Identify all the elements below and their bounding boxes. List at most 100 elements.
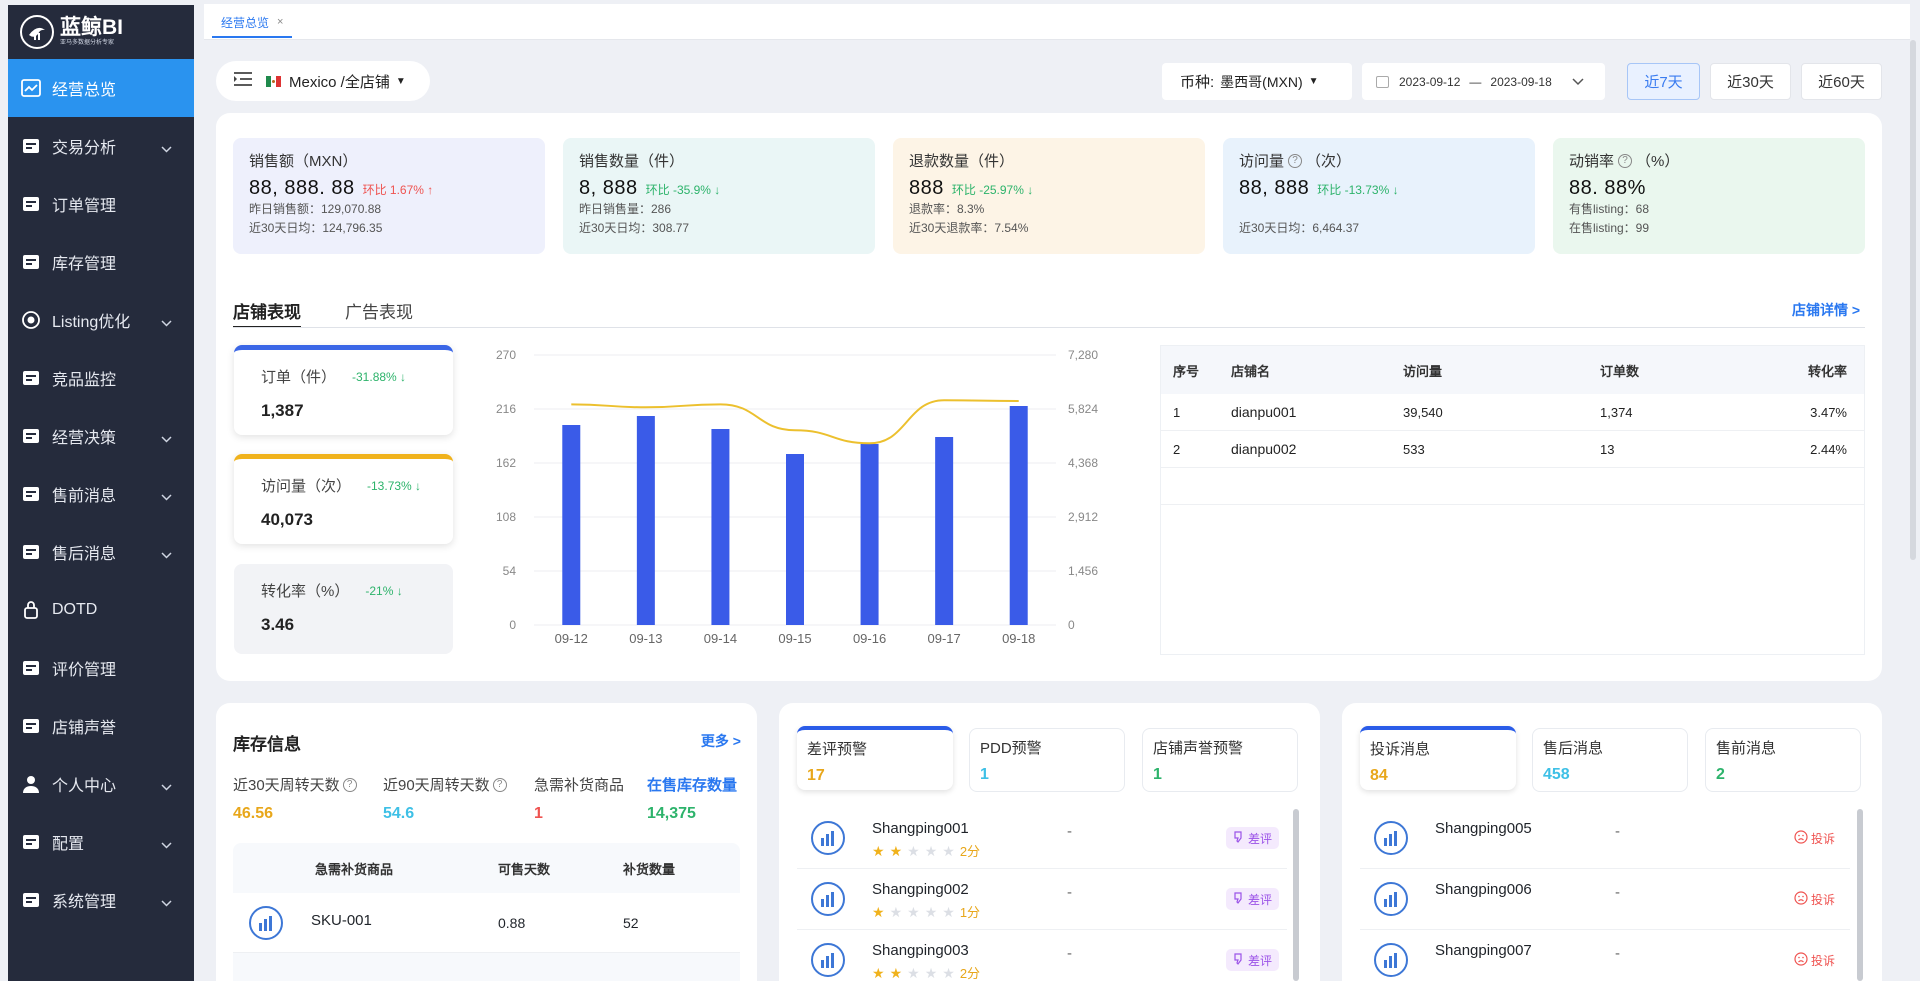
rating-stars: ★★★★★2分	[872, 963, 980, 981]
tab-store-performance[interactable]: 店铺表现	[233, 298, 301, 328]
date-range-picker[interactable]: 2023-09-12 — 2023-09-18	[1362, 63, 1605, 100]
kpi-card: 退款数量（件） 888 环比 -25.97% ↓ 退款率：8.3% 近30天退款率：7.…	[893, 138, 1205, 254]
inventory-stat[interactable]: 在售库存数量 14,375	[647, 774, 737, 823]
list-item[interactable]: Shangping005 - 投诉	[1360, 809, 1850, 869]
bar[interactable]	[711, 429, 730, 625]
tab-overview[interactable]: 经营总览 ×	[212, 8, 293, 38]
kpi-subline: 近30天日均：124,796.35	[249, 221, 383, 235]
store-selector[interactable]: Mexico /全店铺 ▼	[216, 61, 430, 101]
decision-icon	[20, 425, 42, 447]
sidebar-item-label: 店铺声誉	[52, 720, 117, 737]
help-icon[interactable]: ?	[1288, 153, 1303, 168]
currency-select[interactable]: 币种: 墨西哥(MXN) ▼	[1162, 63, 1352, 100]
kpi-subline: 在售listing：99	[1569, 221, 1650, 235]
messages-card[interactable]: 投诉消息 84	[1360, 726, 1516, 790]
sidebar-item-7[interactable]: 售前消息	[8, 465, 194, 523]
range-60d-button[interactable]: 近60天	[1801, 63, 1882, 100]
sidebar-item-2[interactable]: 订单管理	[8, 175, 194, 233]
y-tick-label: 54	[503, 564, 517, 578]
inventory-stat[interactable]: 近30天周转天数? 46.56	[233, 774, 357, 823]
kpi-value: 8, 888	[579, 177, 638, 199]
complaint-tag[interactable]: 投诉	[1787, 827, 1842, 849]
message-scrollbar[interactable]	[1857, 809, 1863, 981]
sidebar-item-11[interactable]: 店铺声誉	[8, 697, 194, 755]
alerts-card[interactable]: 店铺声誉预警 1	[1142, 728, 1298, 792]
chevron-down-icon	[161, 488, 172, 506]
metric-value: 1,387	[261, 401, 304, 420]
date-separator: —	[1469, 74, 1482, 89]
inventory-stat[interactable]: 急需补货商品 1	[534, 774, 624, 823]
sidebar-item-10[interactable]: 评价管理	[8, 639, 194, 697]
help-icon[interactable]: ?	[342, 777, 357, 792]
metric-card[interactable]: 订单（件） -31.88% ↓ 1,387	[234, 345, 453, 435]
metric-card[interactable]: 访问量（次） -13.73% ↓ 40,073	[234, 454, 453, 544]
sidebar-item-4[interactable]: Listing优化	[8, 291, 194, 349]
table-row[interactable]: 1 dianpu001 39,540 1,374 3.47%	[1161, 394, 1864, 431]
bar[interactable]	[1009, 406, 1028, 625]
table-row[interactable]: SKU-001 0.88 52	[233, 893, 740, 953]
list-item[interactable]: Shangping003- ★★★★★2分 差评	[797, 931, 1287, 981]
sidebar-item-6[interactable]: 经营决策	[8, 407, 194, 465]
table-cell: dianpu002	[1231, 441, 1297, 457]
close-icon[interactable]: ×	[277, 16, 283, 28]
sidebar-item-8[interactable]: 售后消息	[8, 523, 194, 581]
thumbs-down-icon	[1233, 952, 1245, 968]
page-scrollbar[interactable]	[1910, 40, 1916, 560]
date-start: 2023-09-12	[1399, 74, 1461, 89]
card-label: 售后消息	[1543, 740, 1604, 757]
list-item[interactable]: Shangping006 - 投诉	[1360, 870, 1850, 930]
complaint-tag[interactable]: 投诉	[1787, 949, 1842, 971]
bar[interactable]	[860, 444, 879, 625]
bar[interactable]	[636, 416, 655, 625]
alerts-card[interactable]: PDD预警 1	[969, 728, 1125, 792]
thumbs-down-icon	[1233, 830, 1245, 846]
card-label: 差评预警	[807, 741, 868, 758]
sidebar-item-label: 售前消息	[52, 488, 117, 505]
list-item[interactable]: Shangping002- ★★★★★1分 差评	[797, 870, 1287, 930]
range-30d-button[interactable]: 近30天	[1710, 63, 1791, 100]
bad-review-tag[interactable]: 差评	[1225, 827, 1279, 849]
sidebar-item-13[interactable]: 配置	[8, 813, 194, 871]
inventory-stat-label: 近90天周转天数	[383, 777, 490, 794]
table-cell: 39,540	[1403, 404, 1443, 420]
bad-review-tag[interactable]: 差评	[1225, 888, 1279, 910]
sidebar-item-5[interactable]: 竞品监控	[8, 349, 194, 407]
inventory-stat-value: 54.6	[383, 805, 415, 822]
messages-card[interactable]: 售后消息 458	[1532, 728, 1688, 792]
card-count: 84	[1370, 767, 1388, 784]
bar[interactable]	[935, 437, 954, 625]
bad-review-tag[interactable]: 差评	[1225, 949, 1279, 971]
range-7d-button[interactable]: 近7天	[1627, 63, 1700, 100]
sidebar-item-1[interactable]: 交易分析	[8, 117, 194, 175]
table-row[interactable]: 2 dianpu002 533 13 2.44%	[1161, 431, 1864, 468]
kpi-subline: 近30天退款率：7.54%	[909, 221, 1029, 235]
menu-fold-icon[interactable]	[234, 72, 252, 90]
bar[interactable]	[562, 425, 581, 625]
sidebar-item-14[interactable]: 系统管理	[8, 871, 194, 929]
system-icon	[20, 889, 42, 911]
kpi-value: 88, 888. 88	[249, 177, 355, 199]
tab-ad-performance[interactable]: 广告表现	[345, 298, 413, 328]
sell-days: 0.88	[498, 915, 526, 931]
bar[interactable]	[786, 454, 804, 625]
inventory-more-link[interactable]: 更多 >	[701, 731, 741, 751]
alert-scrollbar[interactable]	[1293, 809, 1299, 981]
sidebar-item-12[interactable]: 个人中心	[8, 755, 194, 813]
store-detail-link[interactable]: 店铺详情 >	[1792, 300, 1860, 320]
list-item[interactable]: Shangping007 - 投诉	[1360, 931, 1850, 981]
alerts-card[interactable]: 差评预警 17	[797, 726, 953, 790]
sidebar-item-0[interactable]: 经营总览	[8, 59, 194, 117]
store-selector-label: Mexico /全店铺	[289, 73, 390, 91]
complaint-tag[interactable]: 投诉	[1787, 888, 1842, 910]
chevron-down-icon	[161, 894, 172, 912]
sidebar-item-9[interactable]: DOTD	[8, 581, 194, 639]
metric-card[interactable]: 转化率（%） -21% ↓ 3.46	[234, 564, 453, 654]
inventory-stat[interactable]: 近90天周转天数? 54.6	[383, 774, 507, 823]
y-tick-label: 108	[496, 510, 516, 524]
help-icon[interactable]: ?	[1618, 153, 1633, 168]
messages-card[interactable]: 售前消息 2	[1705, 728, 1861, 792]
sidebar-item-3[interactable]: 库存管理	[8, 233, 194, 291]
help-icon[interactable]: ?	[492, 777, 507, 792]
col-index: 序号	[1173, 363, 1200, 379]
list-item[interactable]: Shangping001- ★★★★★2分 差评	[797, 809, 1287, 869]
